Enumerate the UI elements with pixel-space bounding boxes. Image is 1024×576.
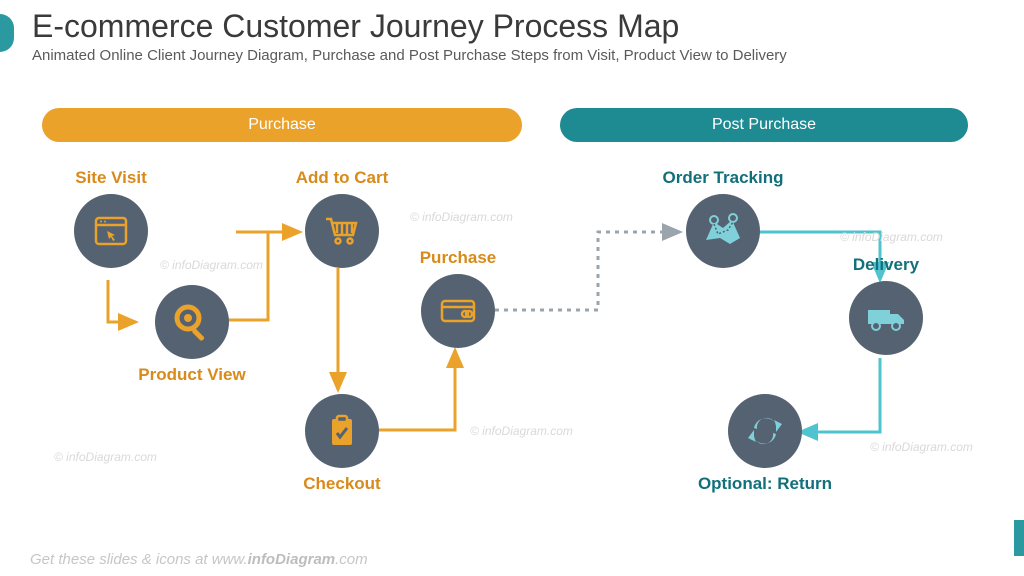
node-label: Order Tracking	[658, 168, 788, 188]
node-return: Optional: Return	[690, 394, 840, 494]
node-label: Product View	[132, 365, 252, 385]
page-title: E-commerce Customer Journey Process Map	[32, 8, 992, 45]
watermark: © infoDiagram.com	[870, 440, 973, 454]
accent-right	[1014, 520, 1024, 556]
clipboard-check-icon	[305, 394, 379, 468]
watermark: © infoDiagram.com	[840, 230, 943, 244]
node-order-tracking: Order Tracking	[658, 168, 788, 268]
node-add-to-cart: Add to Cart	[282, 168, 402, 268]
shopping-cart-icon	[305, 194, 379, 268]
footer-brand: infoDiagram	[248, 551, 336, 568]
node-label: Checkout	[282, 474, 402, 494]
header: E-commerce Customer Journey Process Map …	[32, 8, 992, 64]
page-subtitle: Animated Online Client Journey Diagram, …	[32, 47, 992, 64]
section-label: Post Purchase	[712, 116, 816, 134]
node-label: Purchase	[408, 248, 508, 268]
map-pins-icon	[686, 194, 760, 268]
node-label: Delivery	[836, 255, 936, 275]
watermark: © infoDiagram.com	[160, 258, 263, 272]
watermark: © infoDiagram.com	[470, 424, 573, 438]
node-purchase: Purchase	[408, 248, 508, 348]
footer-prefix: Get these slides & icons at www.	[30, 551, 248, 568]
watermark: © infoDiagram.com	[54, 450, 157, 464]
truck-icon	[849, 281, 923, 355]
footer-suffix: .com	[335, 551, 368, 568]
section-label: Purchase	[248, 116, 316, 134]
credit-card-icon	[421, 274, 495, 348]
node-label: Site Visit	[56, 168, 166, 188]
section-pill-post-purchase: Post Purchase	[560, 108, 968, 142]
browser-cursor-icon	[74, 194, 148, 268]
node-delivery: Delivery	[836, 255, 936, 355]
node-product-view: Product View	[132, 285, 252, 385]
accent-left	[0, 14, 14, 52]
refresh-cycle-icon	[728, 394, 802, 468]
node-site-visit: Site Visit	[56, 168, 166, 268]
node-label: Optional: Return	[690, 474, 840, 494]
section-pill-purchase: Purchase	[42, 108, 522, 142]
magnifier-eye-icon	[155, 285, 229, 359]
footer-credit: Get these slides & icons at www.infoDiag…	[30, 551, 368, 568]
watermark: © infoDiagram.com	[410, 210, 513, 224]
node-checkout: Checkout	[282, 394, 402, 494]
node-label: Add to Cart	[282, 168, 402, 188]
